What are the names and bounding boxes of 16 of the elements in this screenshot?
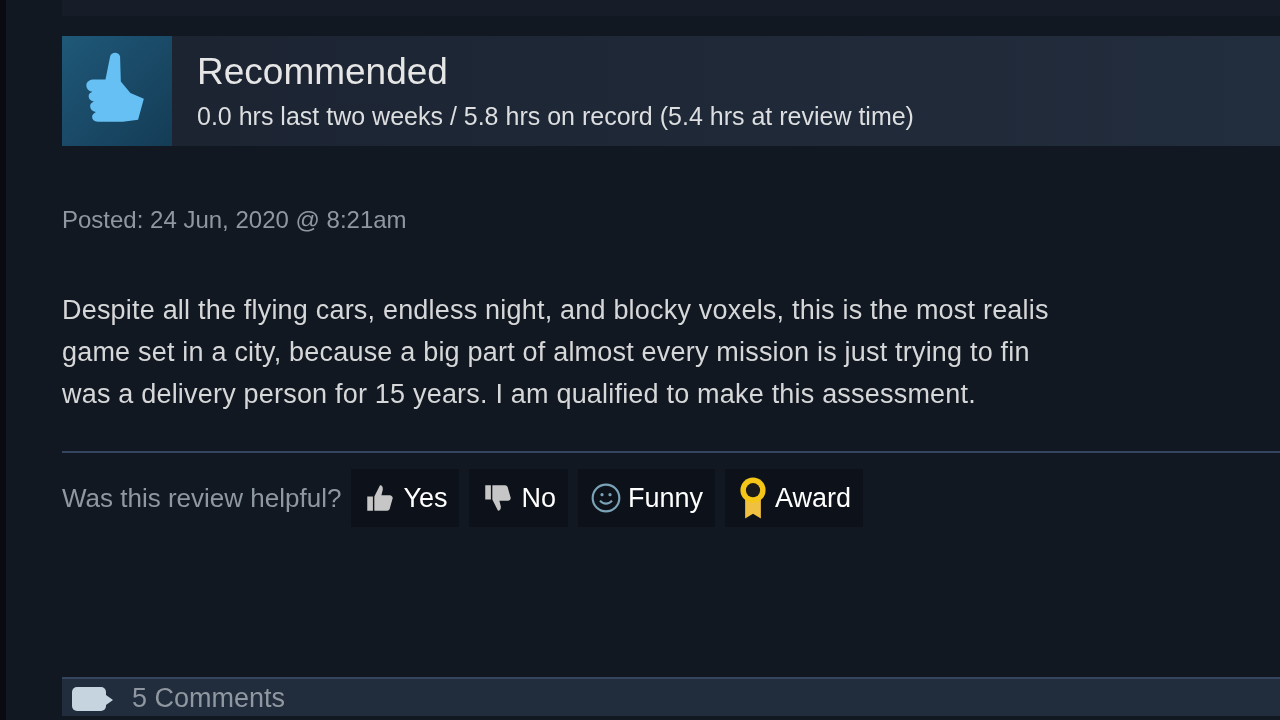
review-verdict: Recommended [197, 50, 449, 94]
yes-vote-button[interactable]: Yes [351, 469, 460, 527]
review-text-line: was a delivery person for 15 years. I am qualified to make this assessment. [62, 378, 977, 411]
award-ribbon-icon [737, 476, 769, 520]
review-text-line: Despite all the flying cars, endless night, and blocky voxels, this is the most realis [62, 294, 1050, 327]
smiley-icon [589, 482, 622, 514]
speech-bubble-icon [72, 684, 114, 711]
comments-bar[interactable]: 5 Comments [62, 677, 1280, 716]
playtime-text: 0.0 hrs last two weeks / 5.8 hrs on record (5.4 hrs at review time) [197, 101, 915, 132]
posted-date: Posted: 24 Jun, 2020 @ 8:21am [62, 206, 408, 234]
funny-vote-button[interactable]: Funny [577, 469, 715, 527]
helpful-prompt: Was this review helpful? [62, 482, 342, 514]
no-vote-button[interactable]: No [469, 469, 568, 527]
review-text-line: game set in a city, because a big part of almost every mission is just trying to fin [62, 336, 1031, 369]
comments-count: 5 Comments [132, 681, 286, 714]
award-vote-button[interactable]: Award [725, 469, 864, 527]
